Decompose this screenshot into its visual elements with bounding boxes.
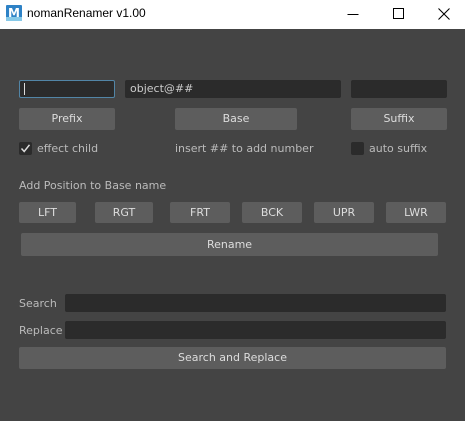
auto-suffix-label: auto suffix	[369, 142, 428, 155]
base-name-field[interactable]: object@##	[125, 80, 341, 98]
suffix-button[interactable]: Suffix	[351, 108, 447, 130]
text-caret	[24, 83, 25, 95]
replace-field[interactable]	[65, 321, 446, 339]
suffix-field[interactable]	[351, 80, 447, 98]
maximize-button[interactable]	[376, 0, 422, 29]
title-bar: M nomanRenamer v1.00	[0, 0, 465, 29]
position-button-rgt[interactable]: RGT	[95, 202, 153, 223]
position-button-lft[interactable]: LFT	[19, 202, 76, 223]
minimize-button[interactable]	[330, 0, 376, 29]
window-title: nomanRenamer v1.00	[27, 6, 146, 20]
rename-button[interactable]: Rename	[21, 233, 438, 256]
number-hint-text: insert ## to add number	[175, 142, 314, 155]
position-button-lwr[interactable]: LWR	[386, 202, 446, 223]
close-icon	[438, 8, 450, 20]
prefix-button[interactable]: Prefix	[19, 108, 115, 130]
auto-suffix-checkbox[interactable]	[351, 142, 364, 155]
replace-label: Replace	[19, 324, 63, 337]
search-label: Search	[19, 297, 57, 310]
base-button[interactable]: Base	[175, 108, 297, 130]
effect-child-label: effect child	[37, 142, 99, 155]
minimize-icon	[347, 14, 359, 15]
window-content: object@## Prefix Base Suffix effect chil…	[0, 29, 465, 421]
close-button[interactable]	[421, 0, 465, 29]
search-and-replace-button[interactable]: Search and Replace	[19, 347, 446, 369]
base-name-field-value: object@##	[130, 82, 194, 95]
position-button-frt[interactable]: FRT	[170, 202, 230, 223]
checkmark-icon	[20, 144, 31, 153]
maximize-icon	[393, 8, 404, 19]
position-heading: Add Position to Base name	[19, 179, 167, 192]
app-icon-letter: M	[8, 6, 20, 20]
maya-app-icon: M	[6, 5, 22, 21]
prefix-field[interactable]	[19, 80, 115, 98]
search-field[interactable]	[65, 294, 446, 312]
position-button-bck[interactable]: BCK	[242, 202, 302, 223]
position-button-upr[interactable]: UPR	[314, 202, 374, 223]
effect-child-checkbox[interactable]	[19, 142, 32, 155]
